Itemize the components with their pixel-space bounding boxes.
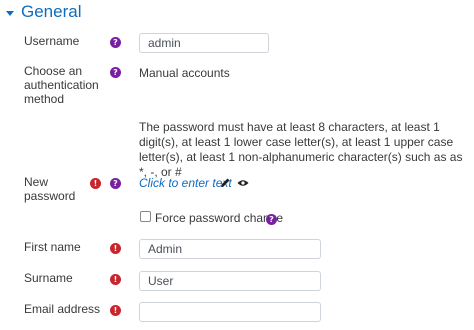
username-label: Username bbox=[24, 34, 80, 48]
section-title: General bbox=[21, 2, 82, 21]
required-icon: ! bbox=[110, 305, 121, 316]
surname-input[interactable]: User bbox=[139, 271, 321, 291]
first-name-input[interactable]: Admin bbox=[139, 239, 321, 259]
new-password-label: New password bbox=[24, 175, 76, 203]
force-password-change-checkbox[interactable] bbox=[140, 211, 151, 222]
section-header-general[interactable]: General bbox=[6, 0, 81, 24]
caret-down-icon[interactable] bbox=[6, 10, 14, 16]
pencil-icon[interactable] bbox=[220, 177, 231, 188]
required-icon: ! bbox=[90, 178, 101, 189]
required-icon: ! bbox=[110, 274, 121, 285]
first-name-label: First name bbox=[24, 240, 81, 254]
auth-method-value: Manual accounts bbox=[139, 66, 230, 80]
force-password-change-label[interactable]: Force password change bbox=[155, 211, 283, 225]
auth-method-label: Choose an authentication method bbox=[24, 64, 99, 106]
email-label: Email address bbox=[24, 302, 101, 316]
eye-icon[interactable] bbox=[237, 179, 249, 187]
help-icon[interactable]: ? bbox=[110, 178, 121, 189]
help-icon[interactable]: ? bbox=[266, 214, 277, 225]
surname-label: Surname bbox=[24, 271, 73, 285]
help-icon[interactable]: ? bbox=[110, 37, 121, 48]
required-icon: ! bbox=[110, 243, 121, 254]
new-password-edit-link[interactable]: Click to enter text bbox=[139, 176, 232, 190]
username-input[interactable]: admin bbox=[139, 33, 269, 53]
help-icon[interactable]: ? bbox=[110, 67, 121, 78]
password-policy-text: The password must have at least 8 charac… bbox=[139, 120, 463, 179]
email-input[interactable] bbox=[139, 302, 321, 322]
